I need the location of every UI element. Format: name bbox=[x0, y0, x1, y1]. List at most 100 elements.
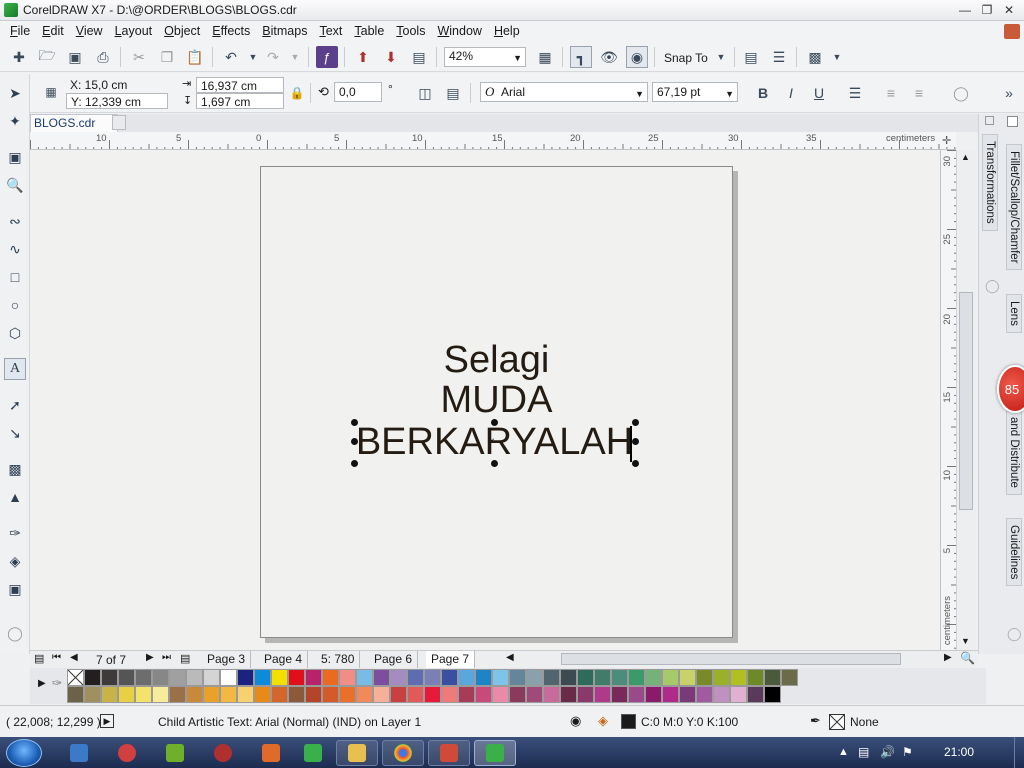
palette-swatch[interactable] bbox=[747, 669, 764, 686]
palette-swatch[interactable] bbox=[84, 669, 101, 686]
palette-swatch[interactable] bbox=[441, 686, 458, 703]
palette-swatch[interactable] bbox=[254, 669, 271, 686]
underline-icon[interactable]: U bbox=[808, 82, 830, 104]
palette-swatch[interactable] bbox=[441, 669, 458, 686]
menu-object[interactable]: Object bbox=[158, 21, 206, 42]
docker-tab-align-distribute[interactable]: and Distribute bbox=[1006, 410, 1022, 495]
interactive-fill-icon[interactable]: ◈ bbox=[4, 550, 26, 572]
close-button[interactable]: ✕ bbox=[998, 2, 1020, 18]
text-alignment-icon[interactable]: ☰ bbox=[844, 82, 866, 104]
horizontal-ruler[interactable]: 10 5 0 5 10 15 20 25 30 35 centimeters bbox=[30, 132, 956, 150]
palette-swatch[interactable] bbox=[594, 669, 611, 686]
palette-swatch[interactable] bbox=[322, 669, 339, 686]
palette-swatch[interactable] bbox=[713, 669, 730, 686]
welcome-screen-icon[interactable]: ▤ bbox=[740, 46, 762, 68]
y-position-field[interactable]: Y: 12,339 cm bbox=[66, 93, 168, 109]
palette-swatch[interactable] bbox=[169, 686, 186, 703]
palette-swatch[interactable] bbox=[679, 669, 696, 686]
palette-swatch[interactable] bbox=[220, 686, 237, 703]
selection-handle[interactable] bbox=[491, 419, 498, 426]
mirror-horizontal-icon[interactable]: ◫ bbox=[414, 82, 436, 104]
toolbar-overflow-icon[interactable]: » bbox=[998, 82, 1020, 104]
menu-table[interactable]: Table bbox=[348, 21, 390, 42]
artistic-media-icon[interactable]: ∿ bbox=[4, 238, 26, 260]
palette-swatch[interactable] bbox=[713, 686, 730, 703]
tray-flag-icon[interactable]: ⚑ bbox=[902, 745, 913, 759]
page-tab-5[interactable]: 5: 780 bbox=[316, 651, 361, 668]
palette-swatch[interactable] bbox=[118, 669, 135, 686]
palette-swatch[interactable] bbox=[135, 669, 152, 686]
mirror-vertical-icon[interactable]: ▤ bbox=[442, 82, 464, 104]
page-tab-7-active[interactable]: Page 7 bbox=[426, 651, 476, 668]
publish-pdf-icon[interactable]: ▤ bbox=[408, 46, 430, 68]
tray-network-icon[interactable]: ▤ bbox=[858, 745, 869, 759]
save-icon[interactable]: ▣ bbox=[64, 46, 86, 68]
drop-shadow-icon[interactable]: ▩ bbox=[4, 458, 26, 480]
taskbar-explorer-icon[interactable] bbox=[336, 740, 378, 766]
new-document-icon[interactable]: ✚ bbox=[8, 46, 30, 68]
docker-tab-fillet[interactable]: Fillet/Scallop/Chamfer bbox=[1006, 144, 1022, 271]
bullet-list-icon[interactable]: ≡ bbox=[880, 82, 902, 104]
connector-tool-icon[interactable]: ↘ bbox=[4, 422, 26, 444]
italic-icon[interactable]: I bbox=[780, 82, 802, 104]
palette-swatch[interactable] bbox=[152, 669, 169, 686]
taskbar-paint-icon[interactable] bbox=[428, 740, 470, 766]
palette-swatch[interactable] bbox=[577, 686, 594, 703]
launcher-chevron-icon[interactable]: ▼ bbox=[826, 46, 848, 68]
add-tool-icon[interactable]: ◯ bbox=[4, 622, 26, 644]
palette-swatch[interactable] bbox=[339, 686, 356, 703]
menu-file[interactable]: File bbox=[4, 21, 36, 42]
horizontal-scroll-thumb[interactable] bbox=[561, 653, 901, 665]
palette-eyedropper-icon[interactable]: ✑ bbox=[52, 676, 62, 690]
palette-swatch[interactable] bbox=[135, 686, 152, 703]
import-icon[interactable]: ⬆ bbox=[352, 46, 374, 68]
bold-icon[interactable]: B bbox=[752, 82, 774, 104]
snap-to-chevron-icon[interactable]: ▼ bbox=[710, 46, 732, 68]
navigator-zoom-icon[interactable]: 🔍 bbox=[960, 651, 975, 665]
redo-icon[interactable]: ↷ bbox=[262, 46, 284, 68]
palette-swatch[interactable] bbox=[628, 669, 645, 686]
taskbar-app-media-icon[interactable] bbox=[106, 740, 148, 766]
palette-swatch[interactable] bbox=[254, 686, 271, 703]
export-icon[interactable]: ⬇ bbox=[380, 46, 402, 68]
palette-swatch[interactable] bbox=[475, 686, 492, 703]
rotation-angle-field[interactable]: 0,0 bbox=[334, 82, 382, 102]
print-icon[interactable]: ⎙ bbox=[92, 46, 114, 68]
start-button-icon[interactable] bbox=[6, 739, 42, 767]
ellipse-tool-icon[interactable]: ○ bbox=[4, 294, 26, 316]
redo-dropdown-icon[interactable]: ▼ bbox=[284, 46, 306, 68]
font-list-select[interactable]: O Arial ▼ bbox=[480, 82, 648, 102]
search-content-icon[interactable]: ƒ bbox=[316, 46, 338, 68]
palette-swatch[interactable] bbox=[560, 669, 577, 686]
taskbar-app-eye-icon[interactable] bbox=[202, 740, 244, 766]
palette-swatch[interactable] bbox=[696, 669, 713, 686]
scroll-tabs-left-icon[interactable]: ◀ bbox=[506, 652, 514, 663]
options-icon[interactable]: ☰ bbox=[768, 46, 790, 68]
artistic-text-line-1[interactable]: Selagi bbox=[261, 339, 732, 382]
show-grid-icon[interactable]: 👁 bbox=[598, 46, 620, 68]
palette-swatch[interactable] bbox=[492, 686, 509, 703]
palette-swatch[interactable] bbox=[611, 669, 628, 686]
smart-fill-icon[interactable]: ▣ bbox=[4, 578, 26, 600]
palette-swatch[interactable] bbox=[356, 669, 373, 686]
palette-swatch[interactable] bbox=[475, 669, 492, 686]
outline-color-swatch[interactable] bbox=[829, 714, 845, 730]
tray-show-hidden-icon[interactable]: ▲ bbox=[838, 746, 849, 758]
palette-swatch[interactable] bbox=[203, 686, 220, 703]
selection-handle[interactable] bbox=[632, 438, 639, 445]
palette-swatch[interactable] bbox=[679, 686, 696, 703]
palette-swatch[interactable] bbox=[492, 669, 509, 686]
palette-swatch[interactable] bbox=[305, 686, 322, 703]
lock-ratio-icon[interactable]: 🔒 bbox=[286, 82, 308, 104]
page-tab-3[interactable]: Page 3 bbox=[202, 651, 252, 668]
palette-swatch[interactable] bbox=[288, 669, 305, 686]
palette-swatch[interactable] bbox=[662, 669, 679, 686]
palette-swatch[interactable] bbox=[407, 686, 424, 703]
open-folder-icon[interactable]: 🗁 bbox=[36, 46, 58, 68]
scroll-down-icon[interactable]: ▼ bbox=[961, 636, 970, 646]
palette-swatch[interactable] bbox=[458, 686, 475, 703]
taskbar-app-corel-tool-icon[interactable] bbox=[250, 740, 292, 766]
docker-add-icon[interactable]: ◯ bbox=[1007, 626, 1022, 642]
color-proof-icon[interactable]: ◉ bbox=[570, 713, 581, 729]
palette-swatch[interactable] bbox=[526, 686, 543, 703]
